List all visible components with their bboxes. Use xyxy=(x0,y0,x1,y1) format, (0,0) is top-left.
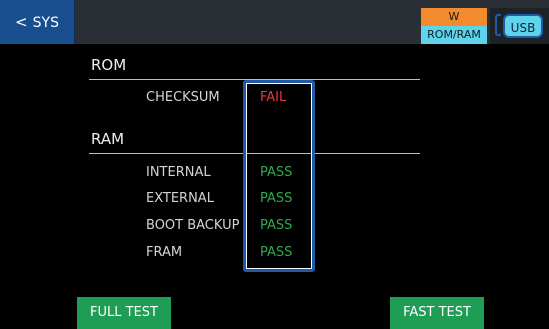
checksum-label: CHECKSUM xyxy=(146,90,220,105)
external-label: EXTERNAL xyxy=(146,191,214,206)
usb-connector-icon xyxy=(495,14,501,36)
usb-button[interactable]: USB xyxy=(503,14,543,38)
boot-backup-label: BOOT BACKUP xyxy=(146,218,240,233)
fram-label: FRAM xyxy=(146,245,183,260)
back-button[interactable]: < SYS xyxy=(0,0,75,44)
rom-section-title: ROM xyxy=(91,56,127,74)
back-button-label: SYS xyxy=(32,15,59,31)
full-test-button[interactable]: FULL TEST xyxy=(77,297,171,329)
mode-write-label: W xyxy=(421,8,487,26)
internal-label: INTERNAL xyxy=(146,165,211,180)
usb-indicator: USB xyxy=(490,8,549,44)
mode-indicator: W ROM/RAM xyxy=(421,8,487,44)
top-bar: < SYS W ROM/RAM USB xyxy=(0,0,549,44)
chevron-left-icon: < xyxy=(15,13,28,31)
status-highlight-box xyxy=(243,80,315,272)
fast-test-button[interactable]: FAST TEST xyxy=(390,297,484,329)
mode-romram-label: ROM/RAM xyxy=(421,26,487,44)
ram-section-title: RAM xyxy=(91,130,125,148)
